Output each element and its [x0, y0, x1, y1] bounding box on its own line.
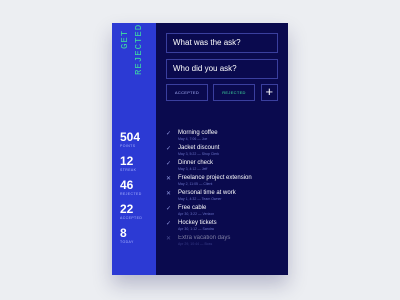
- cross-icon: ✕: [166, 176, 172, 182]
- item-title: Dinner check: [178, 160, 214, 166]
- item-meta: Apr 30, 1:12 — Sandra: [178, 227, 214, 231]
- stat-accepted: 22 ACCEPTED: [120, 203, 156, 221]
- stat-points: 504 POINTS: [120, 131, 156, 149]
- stat-label: TODAY: [120, 240, 134, 244]
- stat-value: 22: [120, 202, 134, 216]
- app-card: GET REJECTED 504 POINTS 12 STREAK 46 REJ…: [112, 23, 288, 275]
- stat-today: 8 TODAY: [120, 227, 156, 245]
- rejected-button[interactable]: REJECTED: [213, 84, 255, 101]
- stats-panel: 504 POINTS 12 STREAK 46 REJECTED 22 ACCE…: [120, 131, 156, 251]
- check-icon: ✓: [166, 146, 172, 152]
- list-item[interactable]: ✓ Dinner check May 3, 4:12 — Jeff: [166, 159, 286, 174]
- item-title: Jacket discount: [178, 145, 220, 151]
- history-list: ✓ Morning coffee May 4, 7:06 — Joe ✓ Jac…: [166, 129, 286, 249]
- list-item[interactable]: ✓ Jacket discount May 3, 5:22 — Shop Cle…: [166, 144, 286, 159]
- item-title: Extra vacation days: [178, 235, 231, 241]
- stat-value: 46: [120, 178, 134, 192]
- item-meta: May 4, 7:06 — Joe: [178, 137, 208, 141]
- stat-streak: 12 STREAK: [120, 155, 156, 173]
- stat-value: 504: [120, 130, 141, 144]
- add-button[interactable]: +: [261, 84, 278, 101]
- stat-value: 8: [120, 226, 127, 240]
- list-item[interactable]: ✕ Freelance project extension May 2, 11:…: [166, 174, 286, 189]
- item-meta: May 1, 4:32 — Team Owner: [178, 197, 222, 201]
- cross-icon: ✕: [166, 236, 172, 242]
- main-panel: What was the ask? Who did you ask? ACCEP…: [156, 23, 288, 275]
- brand-line-rejected: REJECTED: [134, 23, 144, 75]
- item-meta: May 3, 5:22 — Shop Clerk: [178, 152, 220, 156]
- brand-line-get: GET: [120, 29, 130, 49]
- list-item[interactable]: ✓ Free cable Apr 30, 3:22 — Verizon: [166, 204, 286, 219]
- check-icon: ✓: [166, 131, 172, 137]
- sidebar: GET REJECTED 504 POINTS 12 STREAK 46 REJ…: [112, 23, 156, 275]
- stat-rejected: 46 REJECTED: [120, 179, 156, 197]
- ask-input[interactable]: What was the ask?: [166, 33, 278, 53]
- stat-label: POINTS: [120, 144, 136, 148]
- item-meta: May 3, 4:12 — Jeff: [178, 167, 208, 171]
- item-title: Freelance project extension: [178, 175, 252, 181]
- cross-icon: ✕: [166, 191, 172, 197]
- brand-logo: GET REJECTED: [116, 23, 152, 99]
- item-title: Hockey tickets: [178, 220, 217, 226]
- item-meta: Apr 30, 3:22 — Verizon: [178, 212, 215, 216]
- stat-label: ACCEPTED: [120, 216, 143, 220]
- check-icon: ✓: [166, 221, 172, 227]
- check-icon: ✓: [166, 206, 172, 212]
- item-meta: Apr 29, 10:44 — Boss: [178, 242, 213, 246]
- list-item[interactable]: ✓ Morning coffee May 4, 7:06 — Joe: [166, 129, 286, 144]
- list-item[interactable]: ✕ Personal time at work May 1, 4:32 — Te…: [166, 189, 286, 204]
- list-item[interactable]: ✕ Extra vacation days Apr 29, 10:44 — Bo…: [166, 234, 286, 249]
- item-title: Free cable: [178, 205, 207, 211]
- stat-value: 12: [120, 154, 134, 168]
- item-title: Morning coffee: [178, 130, 218, 136]
- accepted-button[interactable]: ACCEPTED: [166, 84, 208, 101]
- check-icon: ✓: [166, 161, 172, 167]
- who-input[interactable]: Who did you ask?: [166, 59, 278, 79]
- item-meta: May 2, 11:05 — Client: [178, 182, 213, 186]
- stat-label: STREAK: [120, 168, 137, 172]
- list-item[interactable]: ✓ Hockey tickets Apr 30, 1:12 — Sandra: [166, 219, 286, 234]
- stat-label: REJECTED: [120, 192, 142, 196]
- item-title: Personal time at work: [178, 190, 236, 196]
